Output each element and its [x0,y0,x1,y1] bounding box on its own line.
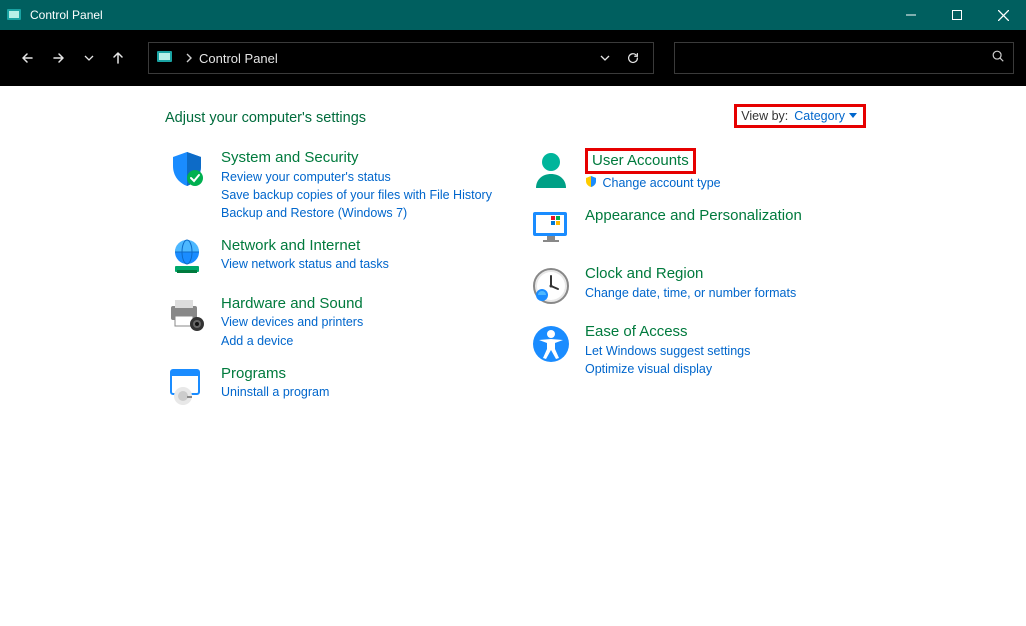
category-link[interactable]: Change date, time, or number formats [585,284,796,302]
programs-icon [165,364,209,408]
close-button[interactable] [980,0,1026,30]
user-icon [529,148,573,192]
app-icon [0,7,28,23]
category-clock-region: Clock and Region Change date, time, or n… [529,264,869,308]
monitor-icon [529,206,573,250]
category-link[interactable]: Save backup copies of your files with Fi… [221,186,492,204]
up-button[interactable] [104,44,132,72]
control-panel-icon [157,50,173,67]
category-link[interactable]: View devices and printers [221,313,363,331]
recent-dropdown[interactable] [80,44,98,72]
chevron-right-icon [185,51,193,66]
category-ease-of-access: Ease of Access Let Windows suggest setti… [529,322,869,378]
category-title[interactable]: User Accounts [585,148,696,174]
category-column-left: System and Security Review your computer… [165,148,505,422]
clock-icon [529,264,573,308]
uac-shield-icon [585,175,597,187]
category-title[interactable]: Appearance and Personalization [585,207,802,224]
category-appearance: Appearance and Personalization [529,206,869,250]
minimize-button[interactable] [888,0,934,30]
page-heading: Adjust your computer's settings [165,110,1026,126]
category-system-security: System and Security Review your computer… [165,148,505,222]
shield-icon [165,148,209,192]
category-link[interactable]: Optimize visual display [585,360,750,378]
address-dropdown[interactable] [591,43,619,73]
maximize-button[interactable] [934,0,980,30]
forward-button[interactable] [46,44,74,72]
address-bar[interactable]: Control Panel [148,42,654,74]
category-title[interactable]: Network and Internet [221,237,360,254]
window-title: Control Panel [28,8,103,22]
title-bar: Control Panel [0,0,1026,30]
category-link[interactable]: Uninstall a program [221,383,329,401]
category-hardware-sound: Hardware and Sound View devices and prin… [165,294,505,350]
category-title[interactable]: Hardware and Sound [221,295,363,312]
view-by-selector[interactable]: View by: Category [734,104,866,128]
content-area: Adjust your computer's settings View by:… [0,86,1026,626]
category-link[interactable]: View network status and tasks [221,255,389,273]
globe-icon [165,236,209,280]
category-title[interactable]: System and Security [221,149,359,166]
category-link[interactable]: Change account type [585,174,721,192]
printer-icon [165,294,209,338]
chevron-down-icon [849,113,857,119]
category-link[interactable]: Backup and Restore (Windows 7) [221,204,492,222]
category-link[interactable]: Let Windows suggest settings [585,342,750,360]
search-box[interactable] [674,42,1014,74]
category-network-internet: Network and Internet View network status… [165,236,505,280]
category-link[interactable]: Add a device [221,332,363,350]
view-by-label: View by: [741,109,788,123]
navigation-bar: Control Panel [0,30,1026,86]
category-title[interactable]: Programs [221,365,286,382]
category-column-right: User Accounts Change account type Appear… [529,148,869,422]
category-link[interactable]: Review your computer's status [221,168,492,186]
accessibility-icon [529,322,573,366]
category-user-accounts: User Accounts Change account type [529,148,869,192]
category-programs: Programs Uninstall a program [165,364,505,408]
refresh-button[interactable] [619,43,647,73]
breadcrumb-item[interactable]: Control Panel [199,51,278,66]
search-icon [991,49,1005,68]
back-button[interactable] [12,44,40,72]
category-title[interactable]: Ease of Access [585,323,688,340]
category-title[interactable]: Clock and Region [585,265,703,282]
view-by-value: Category [794,109,845,123]
